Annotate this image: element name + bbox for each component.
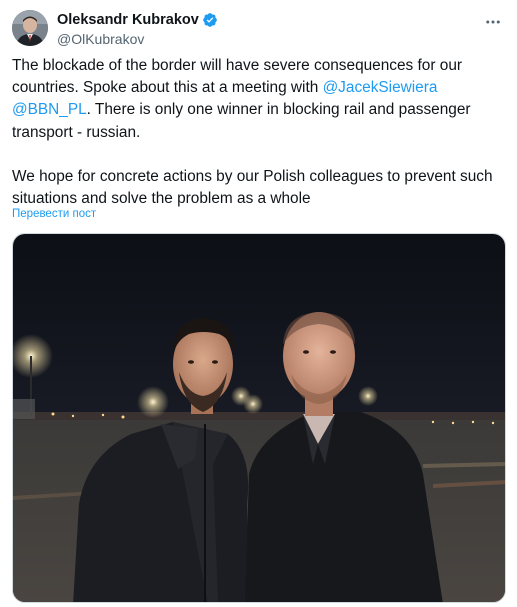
author-display-name[interactable]: Oleksandr Kubrakov [57,12,199,28]
tweet-text: The blockade of the border will have sev… [12,55,504,210]
tweet-paragraph-1: The blockade of the border will have sev… [12,55,504,144]
translate-post-link[interactable]: Перевести пост [12,208,96,220]
tweet: Oleksandr Kubrakov @OlKubrakov The block… [0,0,517,607]
mention-link[interactable]: @BBN_PL [12,101,87,118]
mention-link[interactable]: @JacekSiewiera [323,79,438,96]
author-handle[interactable]: @OlKubrakov [57,31,218,48]
author-info: Oleksandr Kubrakov @OlKubrakov [57,11,218,47]
author-name-row: Oleksandr Kubrakov [57,11,218,29]
author-avatar[interactable] [12,10,48,46]
photo-two-men-airport-night-icon [13,234,505,602]
tweet-photo[interactable] [12,233,506,603]
avatar-photo-icon [12,10,48,46]
tweet-paragraph-2: We hope for concrete actions by our Poli… [12,167,493,208]
verified-badge-icon[interactable] [202,12,218,28]
more-options-button[interactable] [483,12,503,32]
more-horizontal-icon [486,20,500,24]
